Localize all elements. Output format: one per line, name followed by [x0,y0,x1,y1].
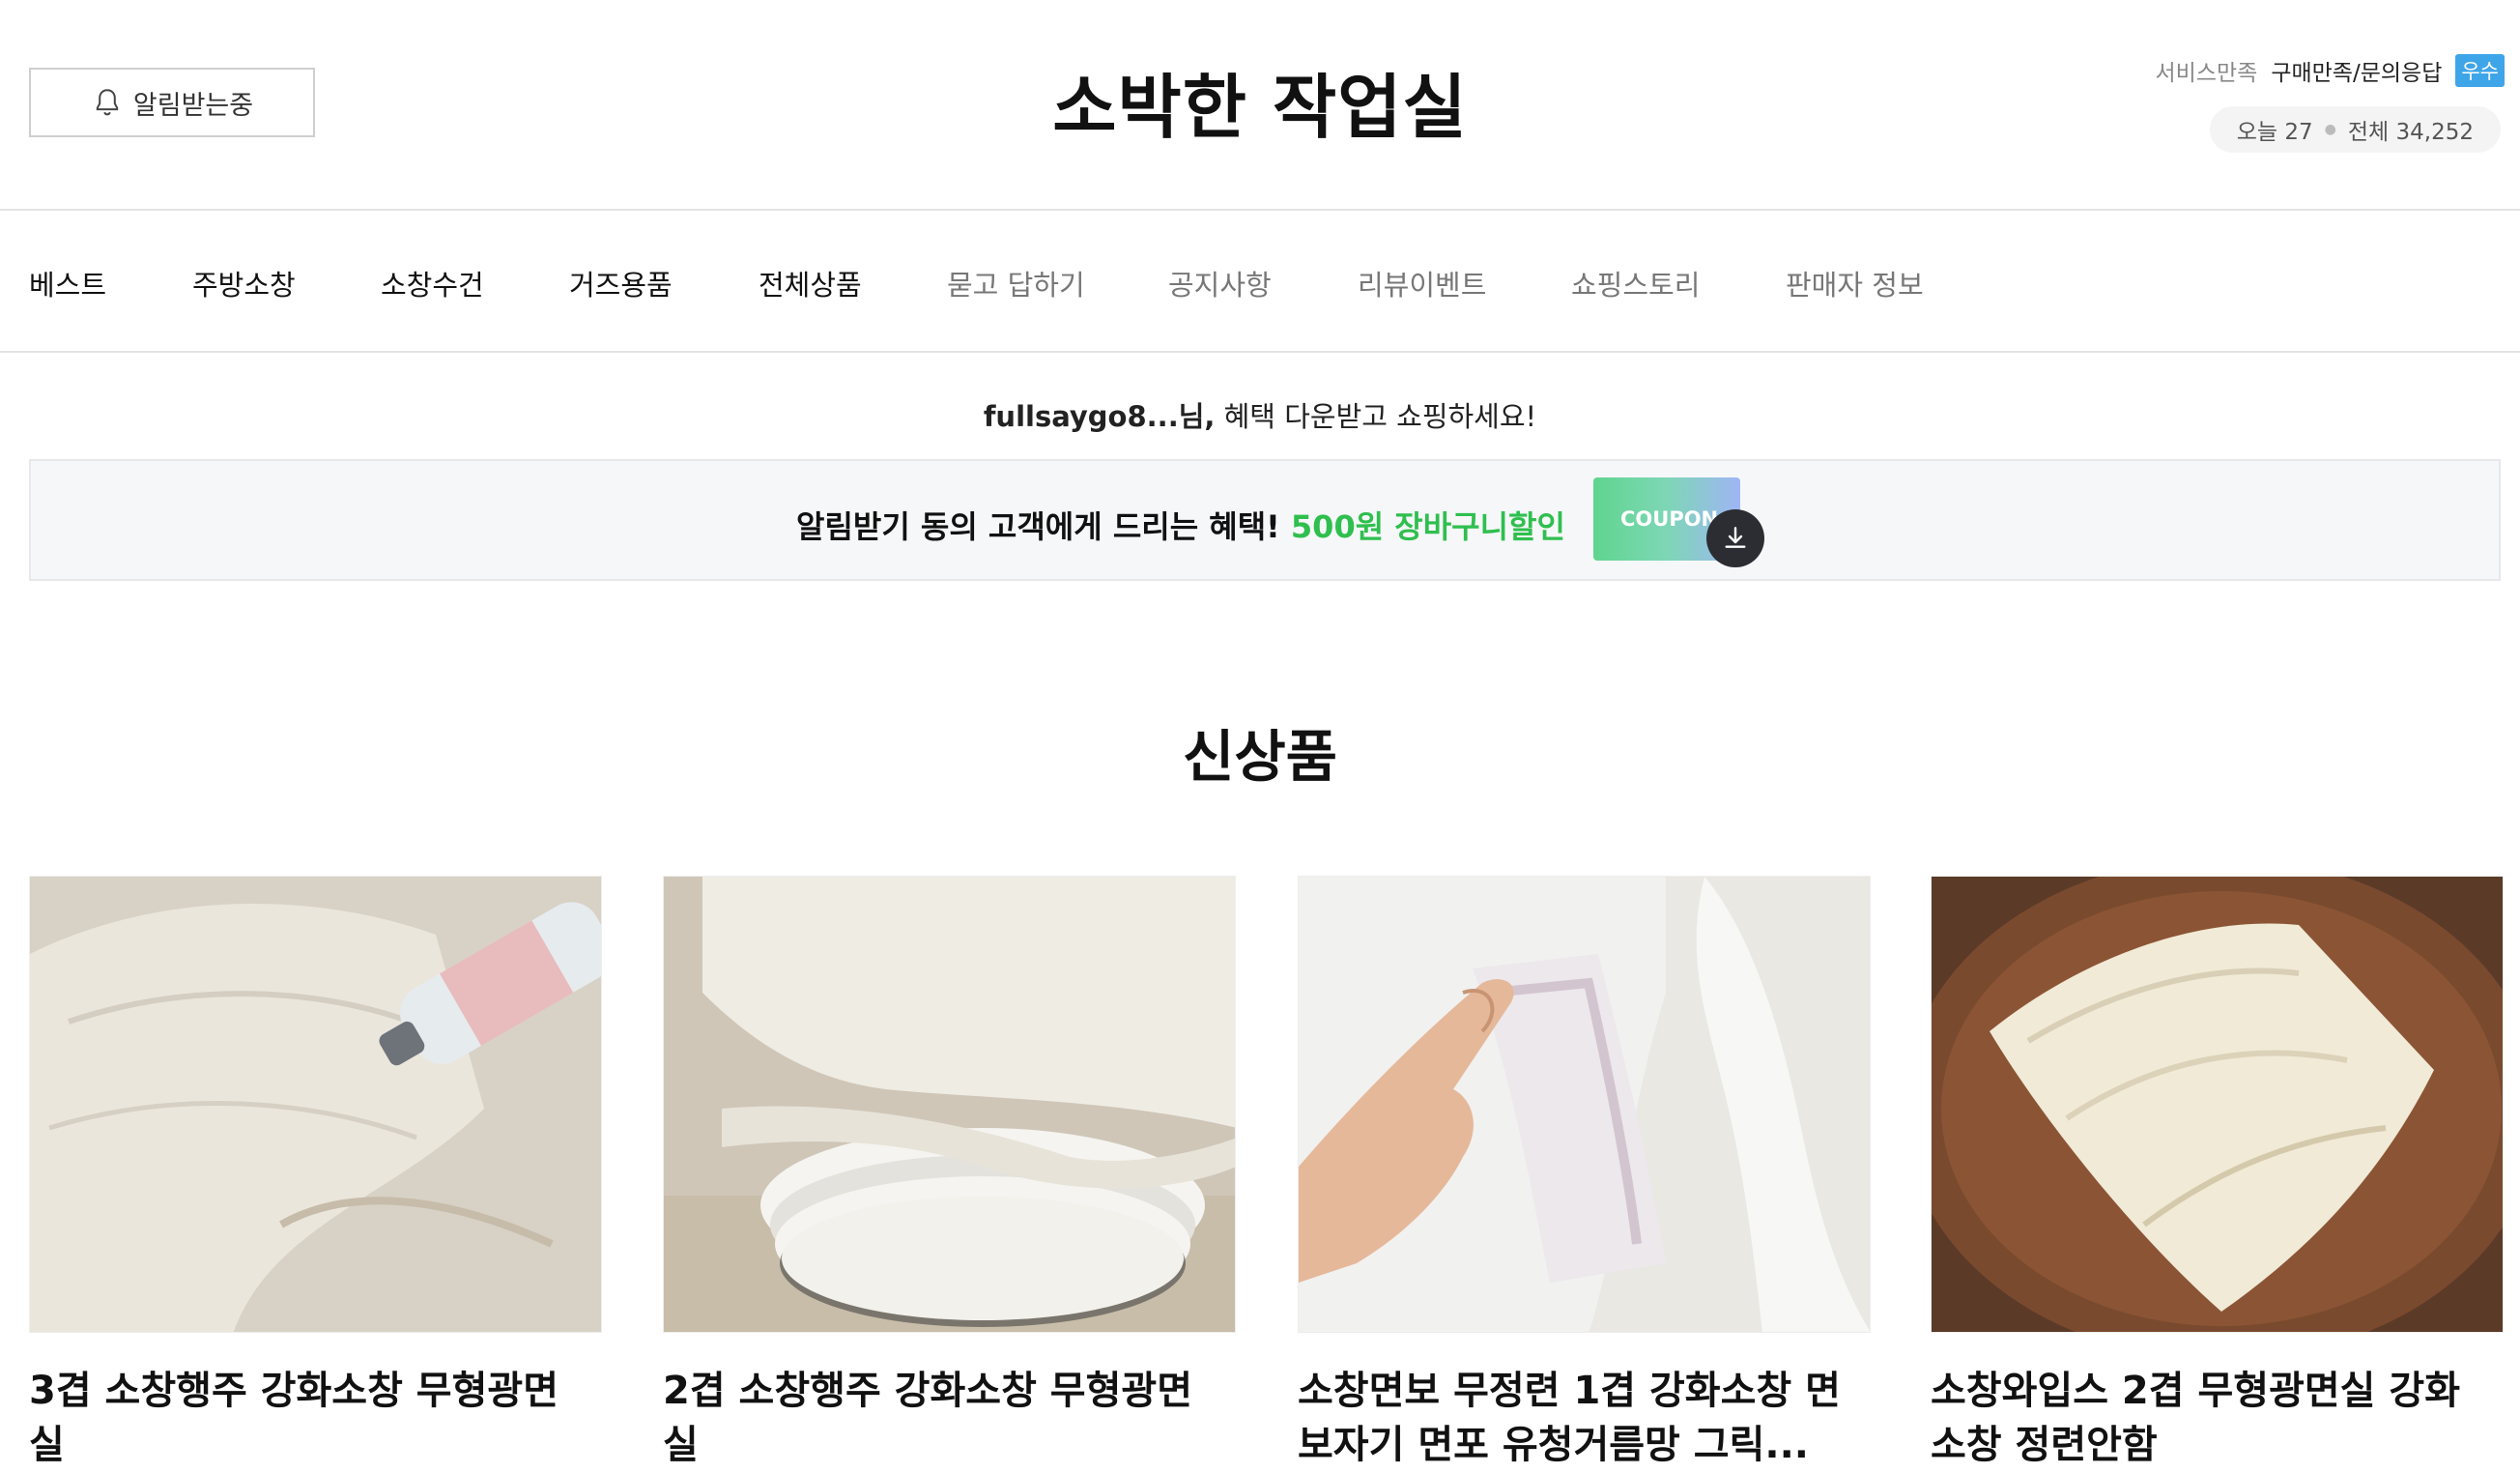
nav-item-notice[interactable]: 공지사항 [1168,263,1272,303]
coupon-highlight: 500원 장바구니할인 [1290,508,1565,545]
seller-grade: 서비스만족 구매만족/문의응답 우수 [2156,54,2505,87]
product-name-line: 2겹 소창행주 강화소창 무형광면 [663,1369,1193,1413]
nav-item-shopping-story[interactable]: 쇼핑스토리 [1571,263,1700,303]
product-card[interactable]: 2겹 소창행주 강화소창 무형광면 실 [663,876,1236,1472]
visitor-count: 오늘 27 ● 전체 34,252 [2209,106,2501,153]
product-name-line: 소창와입스 2겹 무형광면실 강화 [1931,1369,2461,1413]
separator-dot: ● [2324,122,2336,137]
product-name[interactable]: 소창면보 무정련 1겹 강화소창 면 보자기 면포 유청거름망 그릭... [1298,1364,1871,1472]
product-name[interactable]: 소창와입스 2겹 무형광면실 강화 소창 정련안함 [1931,1364,2504,1472]
product-name[interactable]: 2겹 소창행주 강화소창 무형광면 실 [663,1364,1236,1472]
coupon-prefix: 알림받기 동의 고객에게 드리는 혜택! [796,508,1280,545]
nav-item-sochang-towel[interactable]: 소창수건 [381,263,484,303]
product-card[interactable]: 3겹 소창행주 강화소창 무형광면 실 [29,876,602,1472]
grade-badge: 우수 [2455,54,2505,87]
today-visitors: 오늘 27 [2236,120,2313,145]
benefit-greeting: fullsaygo8...님, 혜택 다운받고 쇼핑하세요! [0,394,2520,435]
coupon-download-button[interactable] [1706,509,1764,567]
store-title[interactable]: 소박한 작업실 [0,50,2520,152]
nav-item-seller-info[interactable]: 판매자 정보 [1786,263,1924,303]
product-image[interactable] [29,876,602,1333]
product-name-line: 소창면보 무정련 1겹 강화소창 면 [1298,1369,1841,1413]
nav-item-qna[interactable]: 묻고 답하기 [947,263,1085,303]
coupon-description: 알림받기 동의 고객에게 드리는 혜택! 500원 장바구니할인 [796,503,1565,547]
section-title: 신상품 [1182,724,1338,790]
product-image[interactable] [663,876,1236,1333]
product-name[interactable]: 3겹 소창행주 강화소창 무형광면 실 [29,1364,602,1472]
product-name-line: 실 [29,1423,65,1467]
product-name-line: 소창 정련안함 [1931,1423,2158,1467]
product-image[interactable] [1298,876,1871,1333]
response-grade-label: 구매만족/문의응답 [2271,61,2443,86]
service-grade-label: 서비스만족 [2155,61,2258,86]
product-image[interactable] [1931,876,2504,1333]
category-nav: 베스트 주방소창 소창수건 거즈용품 전체상품 묻고 답하기 공지사항 리뷰이벤… [0,213,2520,353]
total-visitors: 전체 34,252 [2347,120,2474,145]
nav-item-all-products[interactable]: 전체상품 [759,263,862,303]
nav-item-gauze[interactable]: 거즈용품 [569,263,673,303]
nav-item-review-event[interactable]: 리뷰이벤트 [1358,263,1486,303]
product-name-line: 보자기 면포 유청거름망 그릭... [1298,1423,1809,1467]
product-card[interactable]: 소창면보 무정련 1겹 강화소창 면 보자기 면포 유청거름망 그릭... [1298,876,1871,1472]
product-name-line: 실 [663,1423,699,1467]
user-name: fullsaygo8...님, [983,400,1216,433]
download-icon [1725,527,1746,548]
product-card[interactable]: 소창와입스 2겹 무형광면실 강화 소창 정련안함 [1931,876,2504,1472]
coupon-banner: 알림받기 동의 고객에게 드리는 혜택! 500원 장바구니할인 COUPON [29,459,2501,581]
coupon-button-label: COUPON [1620,507,1719,531]
product-name-line: 3겹 소창행주 강화소창 무형광면 [29,1369,559,1413]
nav-item-kitchen-sochang[interactable]: 주방소창 [192,263,296,303]
nav-item-best[interactable]: 베스트 [29,263,106,303]
store-header: 알림받는중 소박한 작업실 서비스만족 구매만족/문의응답 우수 오늘 27 ●… [0,0,2520,211]
benefit-message: 혜택 다운받고 쇼핑하세요! [1215,400,1537,433]
